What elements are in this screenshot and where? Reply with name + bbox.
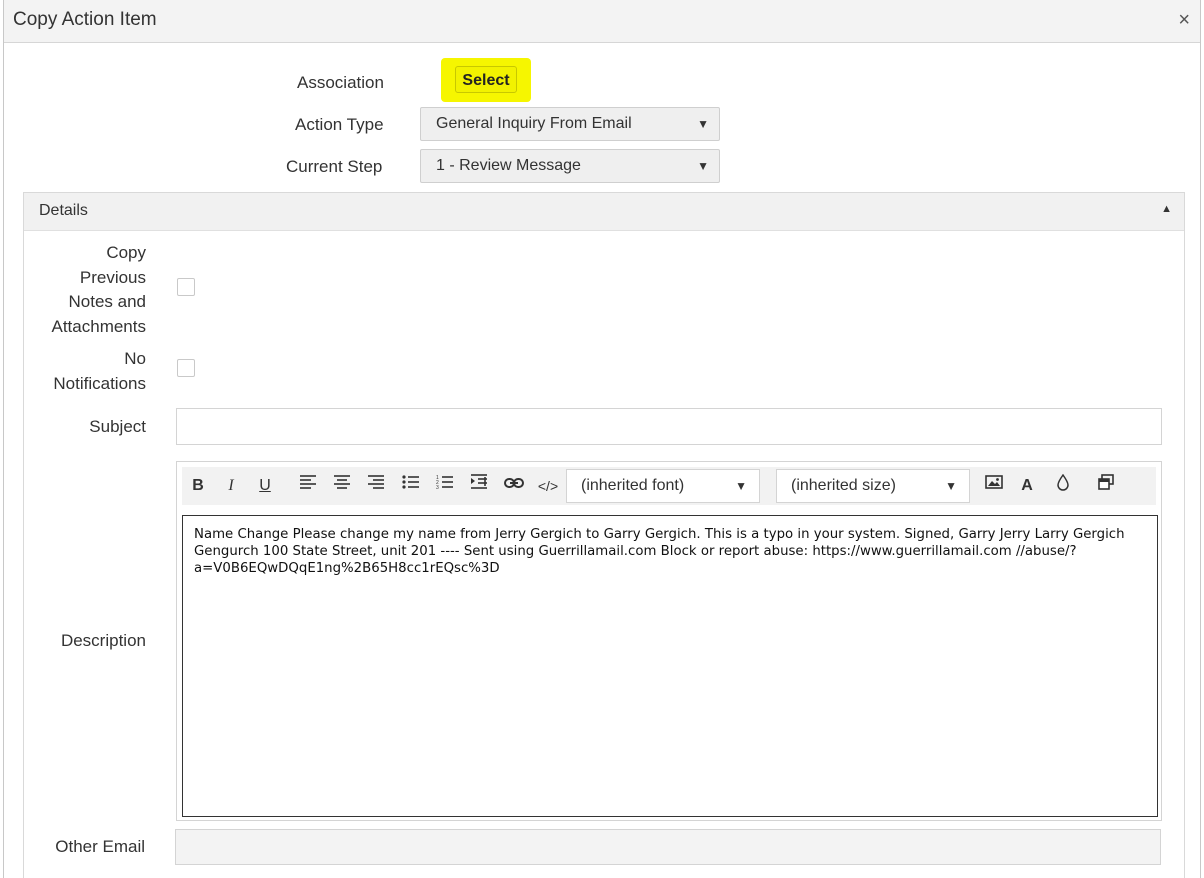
- other-email-label: Other Email: [55, 837, 145, 856]
- copy-notes-label: Copy Previous Notes and Attachments: [24, 241, 147, 339]
- image-icon[interactable]: [982, 474, 1006, 498]
- chevron-down-icon: ▼: [697, 117, 709, 131]
- numbered-list-icon[interactable]: 123: [433, 474, 457, 498]
- indent-icon[interactable]: [467, 474, 491, 498]
- action-type-label: Action Type: [295, 115, 384, 134]
- font-family-value: (inherited font): [581, 477, 685, 494]
- chevron-down-icon: ▼: [697, 159, 709, 173]
- underline-icon[interactable]: U: [253, 474, 277, 498]
- copy-notes-label-line: Notes and: [68, 292, 147, 311]
- copy-action-item-dialog: Copy Action Item × Association Select Ac…: [3, 0, 1201, 878]
- no-notifications-label-line: Notifications: [53, 373, 146, 393]
- italic-icon[interactable]: I: [219, 474, 243, 498]
- close-icon[interactable]: ×: [1178, 9, 1190, 32]
- details-panel: Details ▲ Copy Previous Notes and Attach…: [23, 192, 1185, 878]
- association-select-button[interactable]: Select: [455, 66, 517, 93]
- chevron-down-icon: ▼: [945, 479, 957, 493]
- copy-notes-label-line: Copy: [106, 243, 146, 262]
- description-label: Description: [60, 631, 146, 650]
- link-icon[interactable]: [502, 474, 526, 498]
- dialog-titlebar: Copy Action Item ×: [4, 0, 1200, 43]
- code-view-icon[interactable]: </>: [536, 474, 560, 498]
- bullet-list-icon[interactable]: [399, 474, 423, 498]
- align-center-icon[interactable]: [330, 474, 354, 498]
- align-left-icon[interactable]: [296, 474, 320, 498]
- font-size-value: (inherited size): [791, 477, 896, 494]
- bold-icon[interactable]: B: [186, 474, 210, 498]
- copy-notes-label-line: Attachments: [51, 316, 147, 336]
- align-right-icon[interactable]: [364, 474, 388, 498]
- text-color-icon[interactable]: A: [1015, 474, 1039, 498]
- other-email-input[interactable]: [175, 829, 1161, 865]
- details-header-label: Details: [39, 202, 88, 219]
- fullscreen-icon[interactable]: [1094, 474, 1118, 498]
- association-label: Association: [297, 73, 384, 92]
- description-textarea[interactable]: Name Change Please change my name from J…: [182, 515, 1158, 817]
- copy-notes-label-line: Previous: [79, 267, 146, 287]
- details-panel-header[interactable]: Details ▲: [24, 193, 1184, 231]
- collapse-triangle-icon[interactable]: ▲: [1161, 203, 1172, 215]
- no-notifications-checkbox[interactable]: [177, 359, 195, 377]
- no-notifications-label: No Notifications: [24, 347, 146, 396]
- subject-input[interactable]: [176, 408, 1162, 445]
- font-family-select[interactable]: (inherited font) ▼: [566, 469, 760, 503]
- action-type-dropdown[interactable]: General Inquiry From Email ▼: [420, 107, 720, 141]
- action-type-value: General Inquiry From Email: [436, 115, 632, 132]
- current-step-dropdown[interactable]: 1 - Review Message ▼: [420, 149, 720, 183]
- copy-notes-checkbox[interactable]: [177, 278, 195, 296]
- chevron-down-icon: ▼: [735, 479, 747, 493]
- editor-toolbar: B I U 123 </> (inherited font) ▼ (inheri…: [182, 467, 1156, 505]
- font-size-select[interactable]: (inherited size) ▼: [776, 469, 970, 503]
- description-editor: B I U 123 </> (inherited font) ▼ (inheri…: [176, 461, 1162, 821]
- subject-label: Subject: [89, 417, 146, 436]
- background-color-drop-icon[interactable]: [1051, 473, 1075, 498]
- current-step-value: 1 - Review Message: [436, 157, 581, 174]
- dialog-title: Copy Action Item: [13, 9, 157, 30]
- current-step-label: Current Step: [286, 157, 383, 176]
- no-notifications-label-line: No: [124, 349, 146, 368]
- svg-text:3: 3: [436, 485, 439, 490]
- association-select-highlight: Select: [441, 58, 531, 102]
